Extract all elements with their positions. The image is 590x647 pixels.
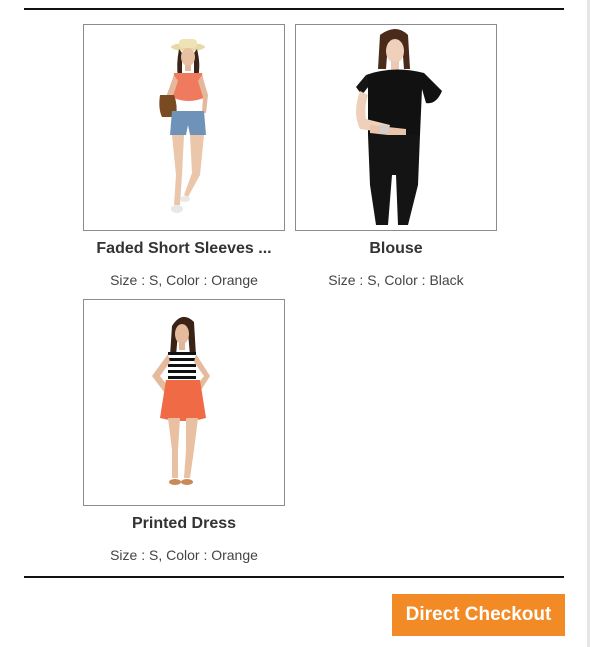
product-name[interactable]: Blouse	[295, 239, 497, 259]
product-card: Printed Dress Size : S, Color : Orange	[83, 299, 285, 563]
direct-checkout-button[interactable]: Direct Checkout	[392, 594, 565, 636]
product-image[interactable]	[83, 299, 285, 506]
bottom-divider	[24, 576, 564, 578]
product-photo-woman-orange-top	[84, 25, 284, 230]
product-attributes: Size : S, Color : Orange	[110, 272, 258, 288]
product-image[interactable]	[295, 24, 497, 231]
cart-summary-page: Faded Short Sleeves ... Size : S, Color …	[0, 0, 590, 647]
product-photo-woman-orange-skirt	[84, 300, 284, 505]
top-divider	[24, 8, 564, 10]
product-image[interactable]	[83, 24, 285, 231]
product-attributes: Size : S, Color : Black	[328, 272, 464, 288]
product-name[interactable]: Faded Short Sleeves ...	[83, 239, 285, 259]
product-card: Blouse Size : S, Color : Black	[295, 24, 497, 288]
product-photo-woman-black-blouse	[296, 25, 496, 230]
product-attributes: Size : S, Color : Orange	[110, 547, 258, 563]
product-card: Faded Short Sleeves ... Size : S, Color …	[83, 24, 285, 288]
product-name[interactable]: Printed Dress	[83, 514, 285, 534]
